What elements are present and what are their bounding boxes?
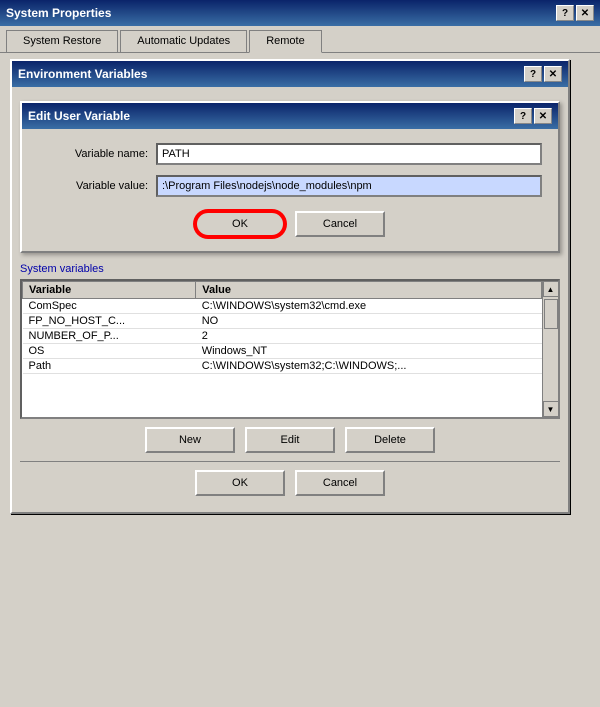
title-bar-buttons: ? ✕ (556, 5, 594, 21)
var-name: FP_NO_HOST_C... (23, 314, 196, 329)
system-variables-table-wrapper: Variable Value ComSpec C:\WINDOWS\system… (20, 279, 560, 419)
edit-dialog-titlebar-buttons: ? ✕ (514, 108, 552, 124)
env-variables-dialog: Environment Variables ? ✕ Edit User Vari… (10, 59, 570, 514)
scroll-up-arrow[interactable]: ▲ (543, 281, 559, 297)
edit-dialog-close-button[interactable]: ✕ (534, 108, 552, 124)
env-dialog-bottom-buttons: OK Cancel (20, 461, 560, 504)
edit-dialog-titlebar: Edit User Variable ? ✕ (22, 103, 558, 129)
main-content: Environment Variables ? ✕ Edit User Vari… (0, 53, 600, 699)
env-dialog-help-button[interactable]: ? (524, 66, 542, 82)
edit-cancel-button[interactable]: Cancel (295, 211, 385, 237)
var-value: C:\WINDOWS\system32\cmd.exe (196, 299, 542, 314)
variable-value-input[interactable] (156, 175, 542, 197)
table-row[interactable]: OS Windows_NT (23, 344, 542, 359)
scroll-thumb[interactable] (544, 299, 558, 329)
env-dialog-titlebar-buttons: ? ✕ (524, 66, 562, 82)
table-row[interactable]: Path C:\WINDOWS\system32;C:\WINDOWS;... (23, 359, 542, 374)
system-variables-scroll-area[interactable]: Variable Value ComSpec C:\WINDOWS\system… (22, 281, 542, 417)
table-header-row: Variable Value (23, 282, 542, 299)
env-dialog-close-button[interactable]: ✕ (544, 66, 562, 82)
env-dialog-content: Edit User Variable ? ✕ Variable name: (12, 87, 568, 512)
table-row[interactable]: NUMBER_OF_P... 2 (23, 329, 542, 344)
edit-dialog-help-button[interactable]: ? (514, 108, 532, 124)
system-var-buttons: New Edit Delete (20, 427, 560, 453)
scroll-down-arrow[interactable]: ▼ (543, 401, 559, 417)
var-name: NUMBER_OF_P... (23, 329, 196, 344)
close-button[interactable]: ✕ (576, 5, 594, 21)
var-value: C:\WINDOWS\system32;C:\WINDOWS;... (196, 359, 542, 374)
tab-automatic-updates[interactable]: Automatic Updates (120, 30, 247, 52)
edit-dialog-content: Variable name: Variable value: OK Cancel (22, 129, 558, 251)
env-dialog-title: Environment Variables (18, 67, 147, 81)
system-variables-table: Variable Value ComSpec C:\WINDOWS\system… (22, 281, 542, 374)
table-row[interactable]: ComSpec C:\WINDOWS\system32\cmd.exe (23, 299, 542, 314)
variable-name-label: Variable name: (38, 148, 148, 160)
system-variables-label: System variables (20, 263, 560, 275)
scrollbar[interactable]: ▲ ▼ (542, 281, 558, 417)
env-cancel-button[interactable]: Cancel (295, 470, 385, 496)
var-name: Path (23, 359, 196, 374)
var-value: Windows_NT (196, 344, 542, 359)
edit-dialog-title: Edit User Variable (28, 109, 130, 123)
window-title: System Properties (6, 6, 111, 20)
system-properties-window: System Properties ? ✕ System Restore Aut… (0, 0, 600, 699)
var-value: NO (196, 314, 542, 329)
var-name: OS (23, 344, 196, 359)
edit-user-variable-dialog: Edit User Variable ? ✕ Variable name: (20, 101, 560, 253)
variable-name-row: Variable name: (38, 143, 542, 165)
col-value: Value (196, 282, 542, 299)
var-name: ComSpec (23, 299, 196, 314)
table-row[interactable]: FP_NO_HOST_C... NO (23, 314, 542, 329)
col-variable: Variable (23, 282, 196, 299)
var-value: 2 (196, 329, 542, 344)
env-ok-button[interactable]: OK (195, 470, 285, 496)
tabs-bar: System Restore Automatic Updates Remote (0, 26, 600, 53)
variable-value-label: Variable value: (38, 180, 148, 192)
sys-edit-button[interactable]: Edit (245, 427, 335, 453)
title-bar: System Properties ? ✕ (0, 0, 600, 26)
variable-name-input[interactable] (156, 143, 542, 165)
help-button[interactable]: ? (556, 5, 574, 21)
edit-dialog-buttons: OK Cancel (38, 211, 542, 237)
tab-remote[interactable]: Remote (249, 30, 322, 53)
tab-system-restore[interactable]: System Restore (6, 30, 118, 52)
variable-value-row: Variable value: (38, 175, 542, 197)
system-variables-section: System variables Variable Value (20, 263, 560, 453)
env-dialog-titlebar: Environment Variables ? ✕ (12, 61, 568, 87)
sys-new-button[interactable]: New (145, 427, 235, 453)
sys-delete-button[interactable]: Delete (345, 427, 435, 453)
edit-ok-button[interactable]: OK (195, 211, 285, 237)
